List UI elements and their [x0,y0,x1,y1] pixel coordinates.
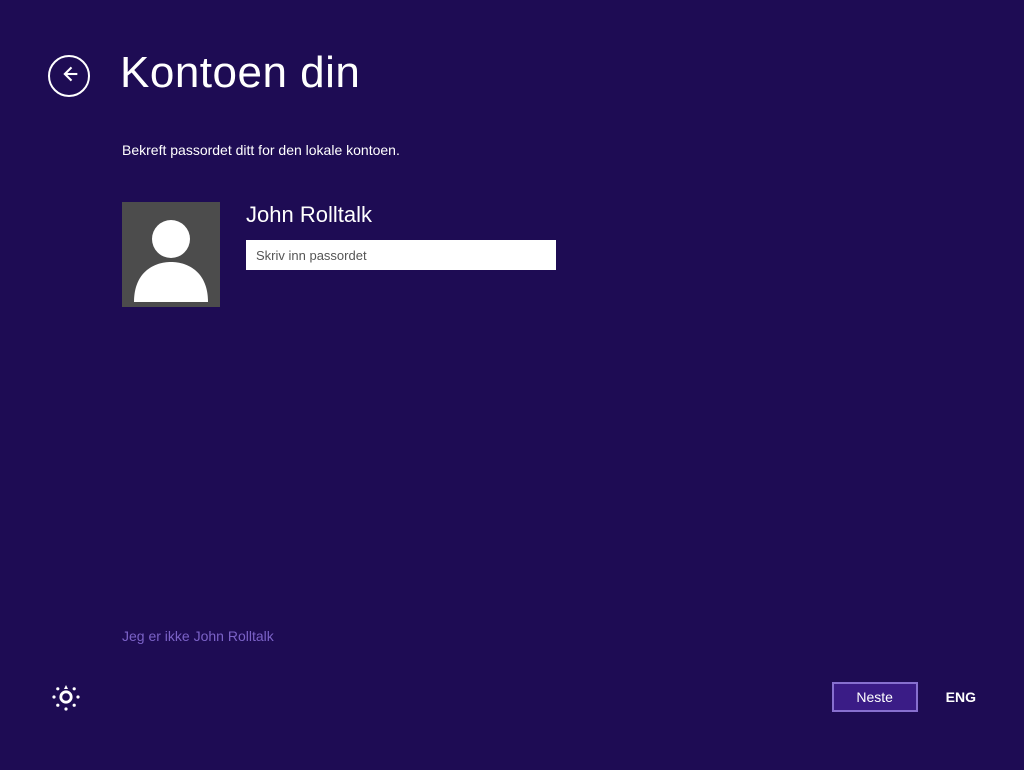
footer: Neste ENG [0,682,1024,712]
avatar [122,202,220,307]
ease-of-access-icon [52,698,80,715]
footer-right: Neste ENG [832,682,976,712]
arrow-left-icon [59,64,79,89]
ease-of-access-button[interactable] [52,683,80,711]
language-indicator[interactable]: ENG [946,689,976,705]
header: Kontoen din [48,48,360,98]
page-title: Kontoen din [120,48,360,98]
next-button[interactable]: Neste [832,682,918,712]
username: John Rolltalk [246,202,556,228]
user-icon [126,207,216,307]
subtitle: Bekreft passordet ditt for den lokale ko… [122,142,556,158]
not-me-link[interactable]: Jeg er ikke John Rolltalk [122,628,274,644]
user-info: John Rolltalk [246,202,556,270]
content: Bekreft passordet ditt for den lokale ko… [122,142,556,307]
user-row: John Rolltalk [122,202,556,307]
back-button[interactable] [48,55,90,97]
password-input[interactable] [246,240,556,270]
